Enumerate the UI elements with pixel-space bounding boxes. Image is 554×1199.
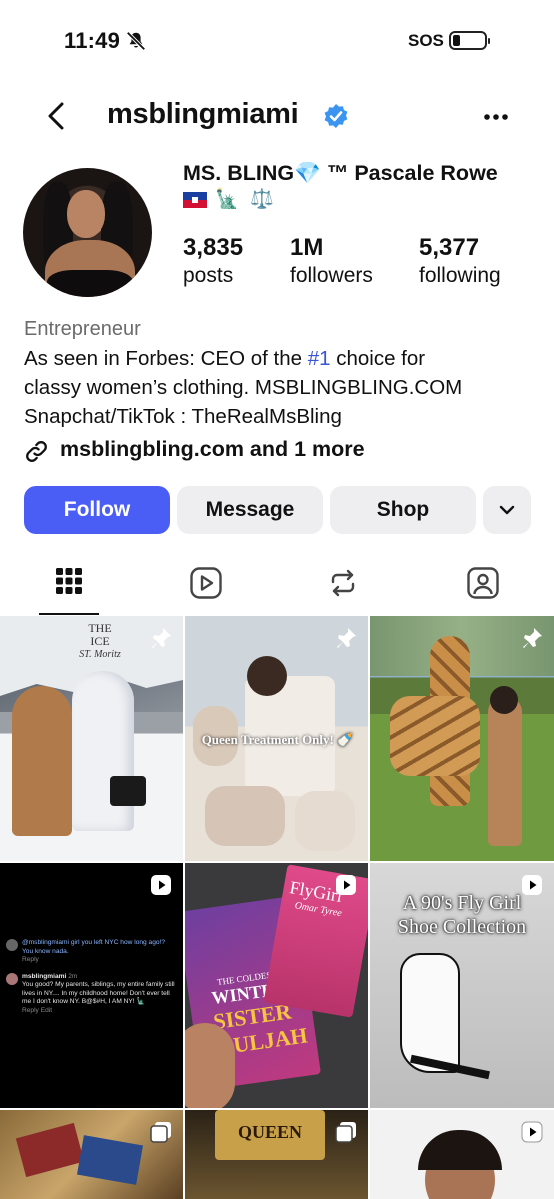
post-thumbnail[interactable]: A 90's Fly Girl Shoe Collection	[370, 863, 554, 1108]
more-options-icon[interactable]	[476, 102, 516, 132]
gem-emoji: 💎	[294, 161, 321, 185]
sos-indicator: SOS	[408, 31, 444, 50]
profile-header: msblingmiami	[0, 90, 554, 142]
post-thumbnail[interactable]	[0, 1110, 183, 1199]
profile-username: msblingmiami	[107, 98, 299, 130]
post-overlay-text: Queen Treatment Only! 🍼	[201, 732, 354, 747]
tab-tagged[interactable]	[453, 558, 513, 616]
reel-icon	[521, 1121, 543, 1143]
stat-posts[interactable]: 3,835 posts	[183, 234, 243, 288]
pinned-icon	[337, 628, 356, 648]
bio-line: Snapchat/TikTok : TheRealMsBling	[24, 405, 342, 428]
battery-icon	[449, 31, 490, 50]
post-thumbnail[interactable]	[370, 1110, 554, 1199]
tab-reels[interactable]	[176, 558, 236, 616]
post-thumbnail[interactable]: @msblingmiami girl you left NYC how long…	[0, 863, 183, 1108]
pinned-icon	[523, 628, 542, 648]
shop-button[interactable]: Shop	[330, 486, 476, 534]
back-arrow-icon[interactable]	[40, 98, 76, 134]
bio-line: As seen in Forbes: CEO of the #1 choice …	[24, 347, 426, 370]
reel-icon	[151, 875, 171, 895]
carousel-icon	[150, 1122, 171, 1143]
bio-category: Entrepreneur	[24, 318, 141, 340]
post-comment-screenshot: @msblingmiami girl you left NYC how long…	[6, 939, 176, 1015]
post-thumbnail[interactable]: QUEEN	[185, 1110, 368, 1199]
profile-avatar[interactable]	[23, 168, 152, 297]
bio-hashtag-link[interactable]: #1	[308, 347, 331, 370]
tagged-icon	[467, 567, 499, 599]
tab-reposts[interactable]	[313, 558, 373, 616]
follow-button[interactable]: Follow	[24, 486, 170, 534]
stat-following[interactable]: 5,377 following	[419, 234, 501, 288]
reposts-icon	[331, 569, 355, 597]
post-thumbnail[interactable]: THE ICE ST. Moritz	[0, 616, 183, 861]
name-emojis: 🗽 ⚖️	[183, 187, 277, 211]
profile-link-text[interactable]: msblingbling.com and 1 more	[60, 437, 365, 462]
message-button[interactable]: Message	[177, 486, 323, 534]
haiti-flag-icon	[183, 191, 207, 208]
bio-line: classy women’s clothing. MSBLINGBLING.CO…	[24, 376, 463, 399]
reels-icon	[190, 567, 222, 599]
link-icon	[26, 441, 47, 462]
stat-followers[interactable]: 1M followers	[290, 234, 373, 288]
active-tab-indicator	[39, 613, 99, 615]
profile-tabs	[0, 558, 554, 616]
profile-bio: Entrepreneur As seen in Forbes: CEO of t…	[24, 315, 534, 431]
pinned-icon	[152, 628, 171, 648]
post-overlay-text: THE ICE ST. Moritz	[79, 621, 121, 661]
post-thumbnail[interactable]	[370, 616, 554, 861]
carousel-icon	[335, 1122, 356, 1143]
display-name: MS. BLING💎 ™ Pascale Rowe	[183, 161, 498, 185]
reel-icon	[336, 875, 356, 895]
bell-off-icon	[126, 31, 146, 51]
post-overlay-text: A 90's Fly Girl Shoe Collection	[397, 892, 527, 938]
queen-sign: QUEEN	[215, 1110, 325, 1160]
tab-posts[interactable]	[39, 558, 99, 616]
grid-icon	[56, 568, 82, 594]
reel-icon	[522, 875, 542, 895]
suggested-accounts-button[interactable]	[483, 486, 531, 534]
post-thumbnail[interactable]: THE COLDEST WINTER SISTER SOULJAH FlyGir…	[185, 863, 368, 1108]
status-time: 11:49	[64, 28, 121, 53]
verified-badge-icon	[324, 104, 348, 128]
status-bar: 11:49 SOS	[0, 0, 554, 84]
post-thumbnail[interactable]: Queen Treatment Only! 🍼	[185, 616, 368, 861]
chevron-down-icon	[499, 505, 515, 515]
